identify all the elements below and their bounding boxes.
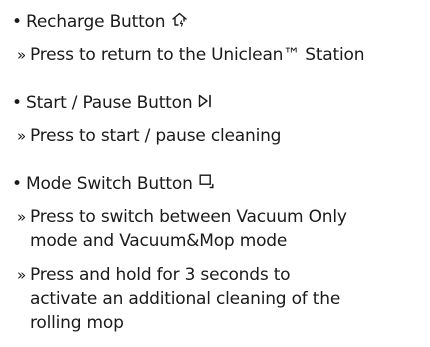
recharge-icon [171, 11, 188, 33]
recharge-title: Recharge Button [26, 12, 166, 32]
start-pause-desc: » Press to start / pause cleaning [17, 124, 417, 148]
bullet: • [12, 174, 22, 194]
mode-switch-icon [199, 173, 214, 195]
bullet: • [12, 12, 22, 32]
recharge-desc-text: Press to return to the Uniclean™ Station [30, 45, 365, 65]
mode-switch-desc-2: » Press and hold for 3 seconds to activa… [17, 263, 357, 335]
mode-switch-desc-1-text: Press to switch between Vacuum Only mode… [30, 207, 347, 251]
mode-switch-desc-1: » Press to switch between Vacuum Only mo… [17, 205, 397, 253]
bullet: • [12, 93, 22, 113]
recharge-desc: » Press to return to the Uniclean™ Stati… [17, 43, 417, 67]
mode-switch-heading: • Mode Switch Button [12, 173, 214, 195]
desc-marker: » [17, 266, 26, 284]
mode-switch-title: Mode Switch Button [26, 174, 193, 194]
start-pause-heading: • Start / Pause Button [12, 92, 212, 114]
mode-switch-desc-2-text: Press and hold for 3 seconds to activate… [30, 265, 341, 333]
desc-marker: » [17, 46, 26, 64]
desc-marker: » [17, 127, 26, 145]
start-pause-title: Start / Pause Button [26, 93, 193, 113]
start-pause-icon [198, 92, 212, 114]
desc-marker: » [17, 208, 26, 226]
start-pause-desc-text: Press to start / pause cleaning [30, 126, 282, 146]
recharge-heading: • Recharge Button [12, 11, 188, 33]
